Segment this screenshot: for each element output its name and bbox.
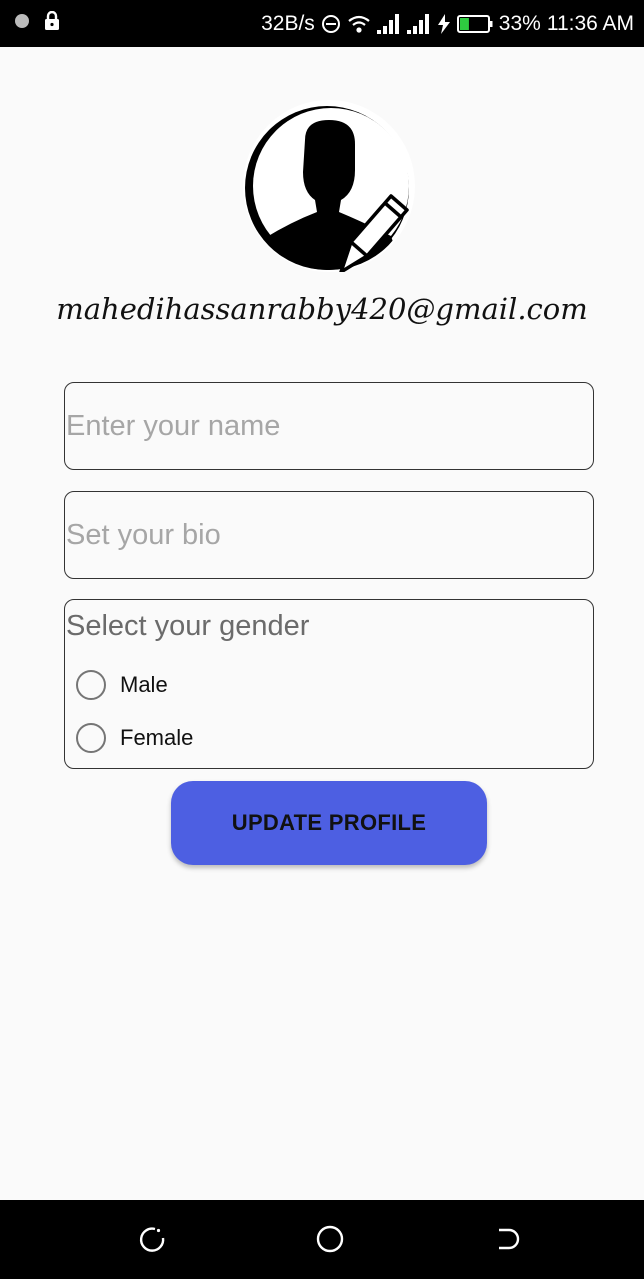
clock: 11:36 AM	[546, 11, 634, 35]
battery-percent: 33%	[498, 11, 541, 35]
battery-icon	[456, 14, 493, 34]
radio-female-label: Female	[120, 725, 194, 750]
status-left-icons	[14, 0, 60, 47]
lock-icon	[44, 10, 60, 36]
person-silhouette-icon	[243, 100, 415, 274]
radio-female[interactable]: Female	[76, 718, 193, 758]
network-speed: 32B/s	[261, 11, 315, 35]
recent-apps-icon[interactable]	[492, 1222, 526, 1256]
name-field	[64, 382, 594, 470]
wifi-icon	[347, 14, 371, 34]
bio-field	[64, 491, 594, 579]
bio-input[interactable]	[65, 492, 593, 578]
data-saver-icon	[321, 14, 341, 34]
gender-title: Select your gender	[66, 610, 310, 642]
radio-female-circle[interactable]	[76, 723, 106, 753]
navigation-bar	[0, 1200, 644, 1279]
update-profile-button[interactable]: UPDATE PROFILE	[171, 781, 487, 865]
screen: 32B/s 33% 11:36 AM mahedihassanrabby420@…	[0, 0, 644, 1279]
status-right-icons: 32B/s 33% 11:36 AM	[261, 0, 634, 47]
avatar[interactable]	[243, 100, 415, 274]
charging-icon	[437, 13, 451, 34]
signal-1-icon	[376, 13, 401, 34]
name-input[interactable]	[65, 383, 593, 469]
notification-dot-icon	[14, 13, 30, 34]
signal-2-icon	[406, 13, 431, 34]
email-label: mahedihassanrabby420@gmail.com	[56, 292, 588, 326]
home-icon[interactable]	[313, 1222, 347, 1256]
status-bar: 32B/s 33% 11:36 AM	[0, 0, 644, 47]
radio-male-label: Male	[120, 672, 168, 697]
gender-selector: Select your gender Male Female	[64, 599, 594, 769]
radio-male[interactable]: Male	[76, 665, 168, 705]
radio-male-circle[interactable]	[76, 670, 106, 700]
back-icon[interactable]	[135, 1222, 169, 1256]
